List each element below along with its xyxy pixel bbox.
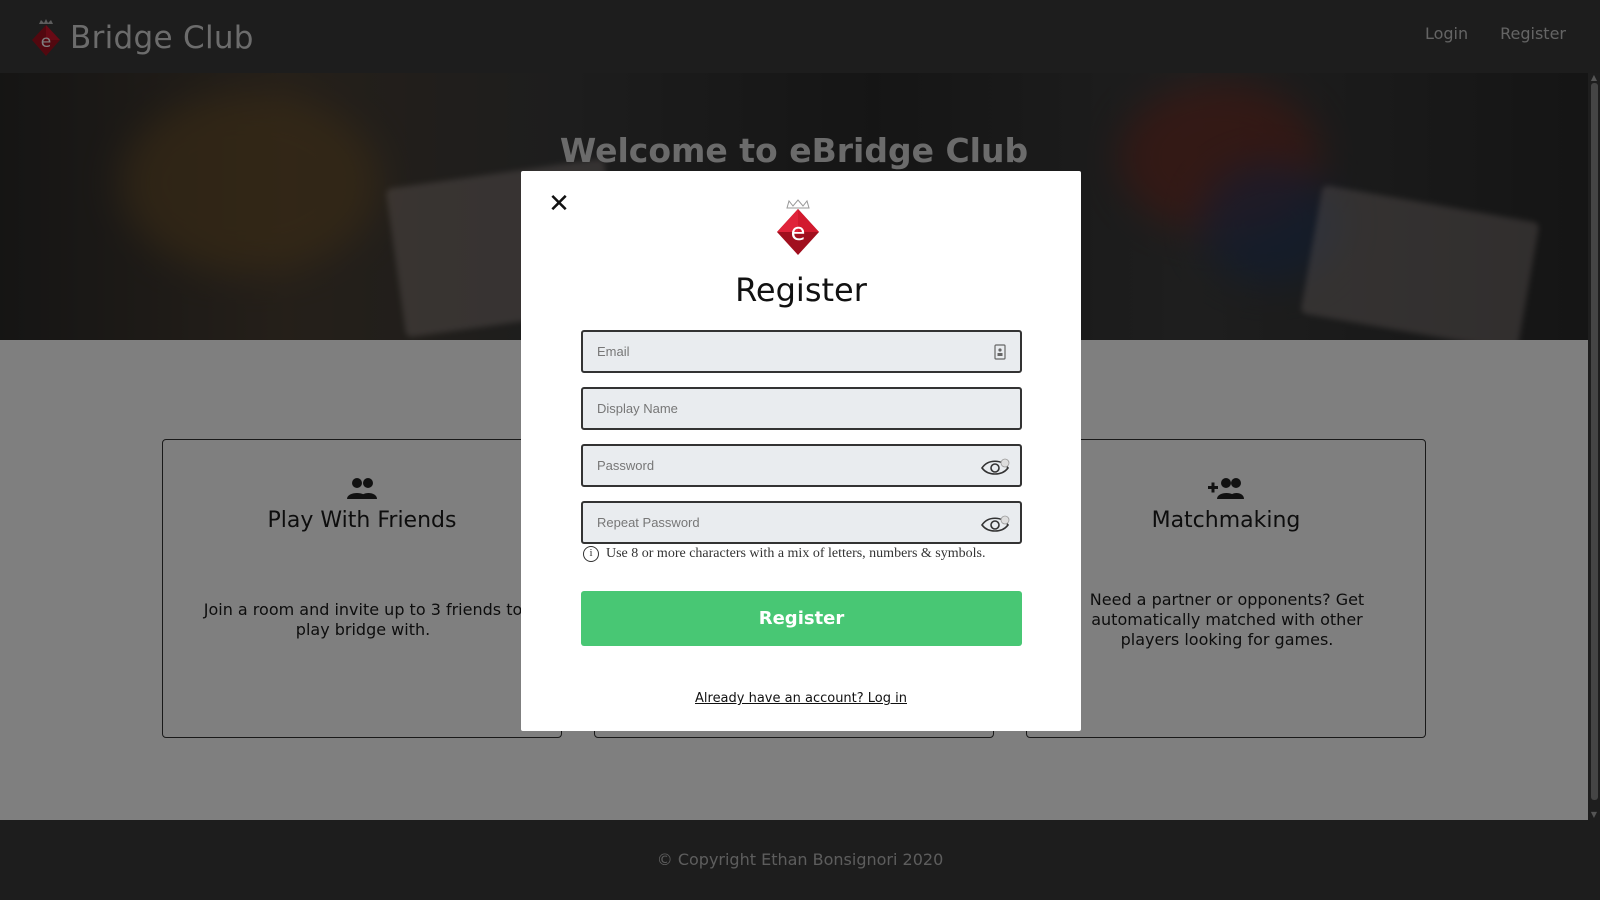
password-input[interactable] [583, 446, 1020, 485]
show-password-eye-icon[interactable] [980, 514, 1010, 532]
register-modal: ✕ e Register Email Display Name i Use 8 … [521, 171, 1081, 731]
password-hint: i Use 8 or more characters with a mix of… [583, 546, 985, 562]
svg-text:e: e [791, 218, 806, 246]
login-link[interactable]: Already have an account? Log in [521, 691, 1081, 706]
show-password-eye-icon[interactable] [980, 457, 1010, 475]
display-name-field[interactable] [581, 387, 1022, 430]
repeat-password-field[interactable] [581, 501, 1022, 544]
register-submit-button[interactable]: Register [581, 591, 1022, 646]
ebridge-logo-icon: e [775, 198, 821, 256]
email-input[interactable] [583, 332, 1020, 371]
repeat-password-input[interactable] [583, 503, 1020, 542]
contact-card-icon[interactable] [988, 343, 1010, 361]
info-icon: i [583, 546, 599, 562]
password-field[interactable] [581, 444, 1022, 487]
modal-title: Register [735, 271, 867, 309]
close-button[interactable]: ✕ [547, 191, 571, 217]
display-name-input[interactable] [583, 389, 1020, 428]
email-field[interactable] [581, 330, 1022, 373]
password-hint-text: Use 8 or more characters with a mix of l… [606, 546, 986, 561]
